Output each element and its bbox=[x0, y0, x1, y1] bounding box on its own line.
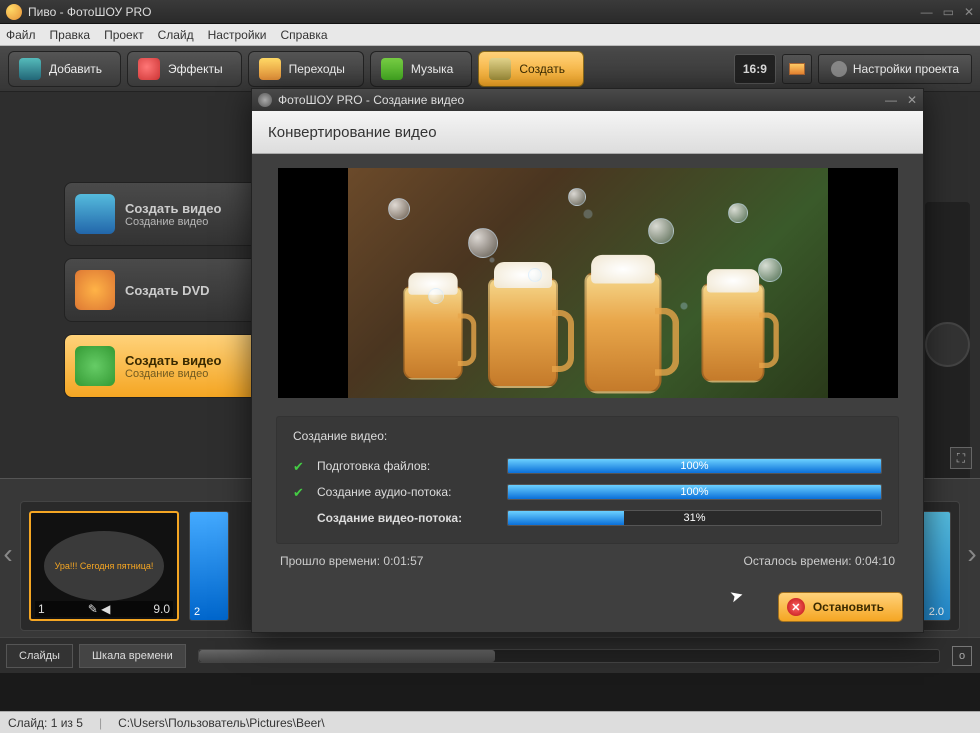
progress-value: 100% bbox=[508, 485, 881, 499]
toolbar: Добавить Эффекты Переходы Музыка Создать… bbox=[0, 46, 980, 92]
dvd-icon bbox=[75, 270, 115, 310]
project-settings-label: Настройки проекта bbox=[853, 62, 959, 76]
tab-add-label: Добавить bbox=[49, 62, 102, 76]
music-icon bbox=[381, 58, 403, 80]
preview-mode-button[interactable] bbox=[782, 54, 812, 84]
menu-file[interactable]: Файл bbox=[6, 28, 36, 42]
slide-caption: Ура!!! Сегодня пятница! bbox=[44, 531, 164, 601]
slide-thumb-1[interactable]: Ура!!! Сегодня пятница! 1✎ ◀9.0 bbox=[29, 511, 179, 621]
progress-title: Создание видео: bbox=[293, 429, 882, 443]
preview-clip-icon bbox=[925, 322, 970, 367]
slide-duration: 9.0 bbox=[153, 602, 170, 616]
action-create-video[interactable]: Создать видеоСоздание видео bbox=[64, 182, 259, 246]
dialog-minimize[interactable]: — bbox=[885, 93, 897, 107]
menu-slide[interactable]: Слайд bbox=[158, 28, 194, 42]
tab-transitions[interactable]: Переходы bbox=[248, 51, 364, 87]
palette-icon bbox=[138, 58, 160, 80]
tab-effects-label: Эффекты bbox=[168, 62, 223, 76]
progress-value: 100% bbox=[508, 459, 881, 473]
fullscreen-icon[interactable]: ⛶ bbox=[950, 447, 972, 469]
progress-bar: 100% bbox=[507, 458, 882, 474]
camera-icon bbox=[19, 58, 41, 80]
action-title: Создать видео bbox=[125, 353, 221, 368]
window-title: Пиво - ФотоШОУ PRO bbox=[28, 5, 152, 19]
action-create-dvd[interactable]: Создать DVD bbox=[64, 258, 259, 322]
project-settings-button[interactable]: Настройки проекта bbox=[818, 54, 972, 84]
stop-button[interactable]: ✕ Остановить bbox=[778, 592, 903, 622]
elapsed-label: Прошло времени: bbox=[280, 554, 380, 568]
menu-project[interactable]: Проект bbox=[104, 28, 144, 42]
action-title: Создать видео bbox=[125, 201, 221, 216]
export-dialog: ФотоШОУ PRO - Создание видео — ✕ Конверт… bbox=[251, 88, 924, 633]
tab-music-label: Музыка bbox=[411, 62, 453, 76]
reel-icon bbox=[258, 93, 272, 107]
timeline-scrollbar[interactable] bbox=[198, 649, 940, 663]
menu-help[interactable]: Справка bbox=[280, 28, 327, 42]
star-icon bbox=[259, 58, 281, 80]
dialog-close[interactable]: ✕ bbox=[907, 93, 917, 107]
time-row: Прошло времени: 0:01:57 Осталось времени… bbox=[276, 554, 899, 568]
tab-music[interactable]: Музыка bbox=[370, 51, 472, 87]
dialog-heading: Конвертирование видео bbox=[252, 111, 923, 155]
progress-row-video: Создание видео-потока: 31% bbox=[293, 505, 882, 531]
tab-transitions-label: Переходы bbox=[289, 62, 345, 76]
status-slide: Слайд: 1 из 5 bbox=[8, 716, 83, 730]
action-create-web[interactable]: Создать видеоСоздание видео bbox=[64, 334, 259, 398]
tab-slides[interactable]: Слайды bbox=[6, 644, 73, 668]
status-path: C:\Users\Пользователь\Pictures\Beer\ bbox=[118, 716, 325, 730]
transition-index: 2 bbox=[194, 606, 200, 618]
titlebar: Пиво - ФотоШОУ PRO — ▭ ✕ bbox=[0, 0, 980, 24]
menubar: Файл Правка Проект Слайд Настройки Справ… bbox=[0, 24, 980, 46]
tab-timescale[interactable]: Шкала времени bbox=[79, 644, 186, 668]
elapsed-value: 0:01:57 bbox=[383, 554, 423, 568]
progress-row-audio: ✔ Создание аудио-потока: 100% bbox=[293, 479, 882, 505]
progress-bar: 100% bbox=[507, 484, 882, 500]
reel-icon bbox=[489, 58, 511, 80]
remaining-label: Осталось времени: bbox=[744, 554, 852, 568]
picture-icon bbox=[789, 63, 805, 75]
timeline-tabs: Слайды Шкала времени о bbox=[0, 637, 980, 673]
progress-label: Создание аудио-потока: bbox=[317, 485, 497, 499]
zoom-out-icon[interactable]: о bbox=[952, 646, 972, 666]
record-icon bbox=[293, 511, 307, 525]
maximize-button[interactable]: ▭ bbox=[943, 5, 954, 19]
slide-index: 1 bbox=[38, 602, 45, 616]
timeline-next[interactable]: › bbox=[960, 534, 980, 574]
scrollbar-knob[interactable] bbox=[199, 650, 495, 662]
aspect-ratio[interactable]: 16:9 bbox=[734, 54, 776, 84]
minimize-button[interactable]: — bbox=[921, 5, 933, 19]
menu-settings[interactable]: Настройки bbox=[208, 28, 267, 42]
remaining-value: 0:04:10 bbox=[855, 554, 895, 568]
tab-create[interactable]: Создать bbox=[478, 51, 584, 87]
menu-edit[interactable]: Правка bbox=[50, 28, 91, 42]
statusbar: Слайд: 1 из 5 | C:\Users\Пользователь\Pi… bbox=[0, 711, 980, 733]
gear-icon bbox=[831, 61, 847, 77]
progress-section: Создание видео: ✔ Подготовка файлов: 100… bbox=[276, 416, 899, 544]
stop-label: Остановить bbox=[813, 600, 884, 614]
progress-bar: 31% bbox=[507, 510, 882, 526]
check-icon: ✔ bbox=[293, 485, 307, 499]
tab-create-label: Создать bbox=[519, 62, 565, 76]
check-icon: ✔ bbox=[293, 459, 307, 473]
progress-value: 31% bbox=[508, 511, 881, 525]
slide-duration: 2.0 bbox=[929, 606, 944, 618]
globe-icon bbox=[75, 346, 115, 386]
action-subtitle: Создание видео bbox=[125, 368, 221, 380]
close-icon: ✕ bbox=[787, 598, 805, 616]
action-title: Создать DVD bbox=[125, 283, 210, 298]
transition-thumb[interactable]: 2 bbox=[189, 511, 229, 621]
progress-label: Подготовка файлов: bbox=[317, 459, 497, 473]
film-icon bbox=[75, 194, 115, 234]
timeline-prev[interactable]: ‹ bbox=[0, 534, 20, 574]
video-preview bbox=[278, 168, 898, 398]
close-button[interactable]: ✕ bbox=[964, 5, 974, 19]
progress-label: Создание видео-потока: bbox=[317, 511, 497, 525]
app-icon bbox=[6, 4, 22, 20]
action-subtitle: Создание видео bbox=[125, 216, 221, 228]
progress-row-prepare: ✔ Подготовка файлов: 100% bbox=[293, 453, 882, 479]
dialog-titlebar: ФотоШОУ PRO - Создание видео — ✕ bbox=[252, 89, 923, 111]
tab-add[interactable]: Добавить bbox=[8, 51, 121, 87]
tab-effects[interactable]: Эффекты bbox=[127, 51, 242, 87]
dialog-title: ФотоШОУ PRO - Создание видео bbox=[278, 93, 464, 107]
